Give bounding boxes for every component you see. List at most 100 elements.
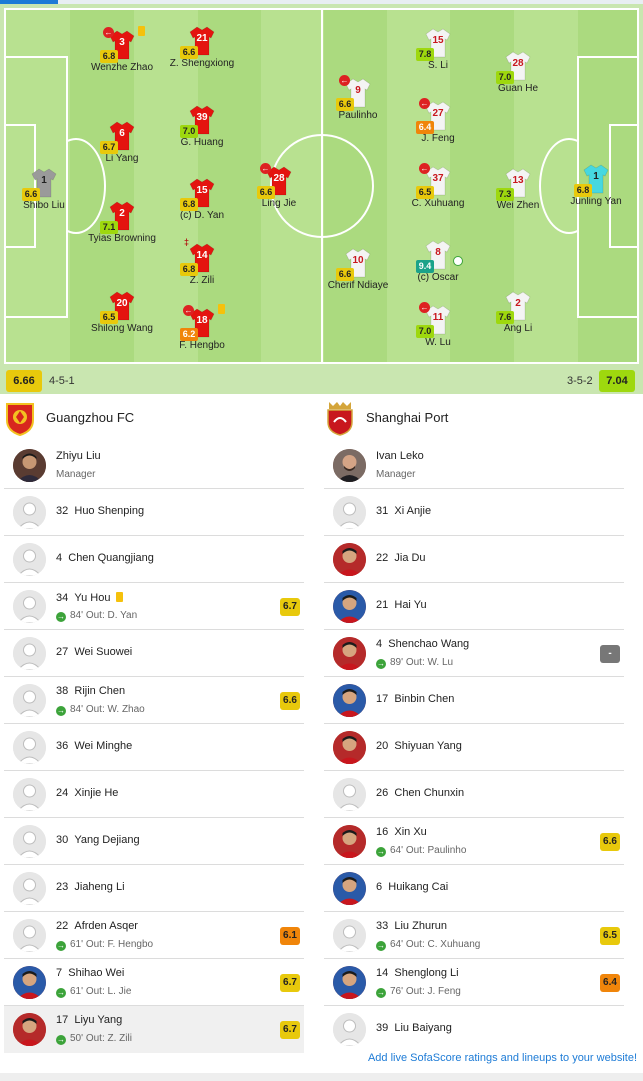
- home-player-2[interactable]: 2 Tyias Browning 7.1: [86, 201, 158, 244]
- player-rating: 7.8: [416, 48, 434, 61]
- lineup-row[interactable]: 4 Shenchao Wang → 89' Out: W. Lu -: [324, 630, 624, 677]
- sub-minute: 84': [70, 704, 84, 715]
- home-player-21[interactable]: 21 Z. Shengxiong 6.6: [166, 26, 238, 69]
- away-team-name: Shanghai Port: [366, 410, 449, 425]
- lineup-row[interactable]: 22 Jia Du: [324, 536, 624, 583]
- sub-minute: 64': [390, 939, 404, 950]
- player-avatar-placeholder: [13, 496, 46, 529]
- lineup-row[interactable]: 4 Chen Quangjiang: [4, 536, 304, 583]
- home-team-header[interactable]: Guangzhou FC: [4, 400, 304, 436]
- player-avatar-placeholder: [333, 496, 366, 529]
- player-number: 2: [119, 208, 125, 219]
- sofascore-widget-link[interactable]: Add live SofaScore ratings and lineups t…: [368, 1052, 637, 1064]
- home-player-28[interactable]: 28 Ling Jie 6.6 ←: [243, 163, 315, 209]
- lineup-row[interactable]: 20 Shiyuan Yang: [324, 724, 624, 771]
- sub-in-arrow-icon: →: [376, 988, 386, 998]
- player-number: 15: [196, 185, 208, 196]
- sub-in-arrow-icon: →: [56, 941, 66, 951]
- away-player-2[interactable]: 2 Ang Li 7.6: [482, 291, 554, 334]
- sub-number: 39: [376, 1022, 389, 1034]
- home-player-39[interactable]: 39 G. Huang 7.0: [166, 105, 238, 148]
- home-player-15[interactable]: 15 (c) D. Yan 6.8: [166, 178, 238, 221]
- home-player-20[interactable]: 20 Shilong Wang 6.5: [86, 291, 158, 334]
- home-player-1[interactable]: 1 Shibo Liu 6.6: [8, 168, 80, 211]
- away-player-1[interactable]: 1 Junling Yan 6.8: [560, 164, 632, 207]
- lineup-row[interactable]: 34 Yu Hou → 84' Out: D. Yan 6.7: [4, 583, 304, 630]
- lineup-row[interactable]: 23 Jiaheng Li: [4, 865, 304, 912]
- home-player-3[interactable]: 3 Wenzhe Zhao 6.8 ←: [86, 26, 158, 73]
- sub-number: 38: [56, 685, 69, 697]
- away-player-11[interactable]: 11 W. Lu 7.0 ←: [402, 302, 474, 348]
- lineup-row[interactable]: 36 Wei Minghe: [4, 724, 304, 771]
- bottom-strip: [0, 1073, 643, 1081]
- lineup-row[interactable]: 26 Chen Chunxin: [324, 771, 624, 818]
- player-number: 6: [119, 128, 125, 139]
- player-avatar-placeholder: [13, 778, 46, 811]
- sub-name: Chen Chunxin: [394, 787, 465, 799]
- lineup-row[interactable]: 17 Binbin Chen: [324, 677, 624, 724]
- home-team-rating: 6.66: [6, 370, 42, 392]
- sub-number: 33: [376, 920, 389, 932]
- lineup-row[interactable]: 32 Huo Shenping: [4, 489, 304, 536]
- away-player-9[interactable]: 9 Paulinho 6.6 ←: [322, 75, 394, 121]
- player-rating: 6.8: [180, 263, 198, 276]
- home-player-18[interactable]: 18 F. Hengbo 6.2 ←: [166, 304, 238, 351]
- sub-number: 20: [376, 740, 389, 752]
- lineup-row[interactable]: 33 Liu Zhurun → 64' Out: C. Xuhuang 6.5: [324, 912, 624, 959]
- away-player-27[interactable]: 27 J. Feng 6.4 ←: [402, 98, 474, 144]
- away-team-header[interactable]: Shanghai Port: [324, 400, 624, 436]
- yellow-card-icon: [218, 304, 225, 314]
- away-player-10[interactable]: 10 Cherif Ndiaye 6.6: [322, 248, 394, 291]
- sub-rating: 6.6: [600, 833, 620, 851]
- lineup-row[interactable]: 17 Liyu Yang → 50' Out: Z. Zili 6.7: [4, 1006, 304, 1053]
- player-rating: 7.6: [496, 311, 514, 324]
- lineup-row[interactable]: 14 Shenglong Li → 76' Out: J. Feng 6.4: [324, 959, 624, 1006]
- player-avatar-placeholder: [13, 919, 46, 952]
- away-player-15[interactable]: 15 S. Li 7.8: [402, 28, 474, 71]
- player-number: 11: [432, 312, 444, 323]
- lineup-row[interactable]: 31 Xi Anjie: [324, 489, 624, 536]
- home-player-14[interactable]: 14 Z. Zili 6.8 ‡: [166, 237, 238, 286]
- lineup-row[interactable]: 38 Rijin Chen → 84' Out: W. Zhao 6.6: [4, 677, 304, 724]
- lineup-row[interactable]: 30 Yang Dejiang: [4, 818, 304, 865]
- player-name: G. Huang: [180, 137, 224, 148]
- player-rating: 6.8: [100, 50, 118, 63]
- away-manager-row[interactable]: Ivan Leko Manager: [324, 442, 624, 489]
- player-name: J. Feng: [421, 133, 455, 144]
- lineup-row[interactable]: 27 Wei Suowei: [4, 630, 304, 677]
- player-avatar: [333, 590, 366, 623]
- player-number: 39: [196, 112, 208, 123]
- sub-name: Shihao Wei: [68, 967, 125, 979]
- player-name: Paulinho: [338, 110, 378, 121]
- player-num-name: 30 Yang Dejiang: [56, 834, 140, 846]
- sub-in-arrow-icon: →: [56, 612, 66, 622]
- player-avatar-placeholder: [13, 590, 46, 623]
- player-avatar: [13, 1013, 46, 1046]
- sub-number: 4: [376, 638, 383, 650]
- lineup-row[interactable]: 22 Afrden Asqer → 61' Out: F. Hengbo 6.1: [4, 912, 304, 959]
- sub-rating: 6.1: [280, 927, 300, 945]
- sub-number: 36: [56, 740, 69, 752]
- player-num-name: 4 Shenchao Wang: [376, 638, 469, 650]
- lineup-row[interactable]: 7 Shihao Wei → 61' Out: L. Jie 6.7: [4, 959, 304, 1006]
- away-player-28[interactable]: 28 Guan He 7.0: [482, 51, 554, 94]
- sub-in-arrow-icon: →: [56, 988, 66, 998]
- player-number: 1: [41, 175, 47, 186]
- lineup-row[interactable]: 24 Xinjie He: [4, 771, 304, 818]
- home-player-6[interactable]: 6 Li Yang 6.7: [86, 121, 158, 164]
- sub-in-arrow-icon: →: [376, 941, 386, 951]
- player-avatar-placeholder: [13, 872, 46, 905]
- lineup-row[interactable]: 39 Liu Baiyang: [324, 1006, 624, 1053]
- away-player-8[interactable]: 8 (c) Oscar 9.4: [402, 240, 474, 283]
- player-number: 1: [593, 171, 599, 182]
- away-player-37[interactable]: 37 C. Xuhuang 6.5 ←: [402, 163, 474, 209]
- player-rating: 6.4: [416, 121, 434, 134]
- sub-name: Xinjie He: [74, 787, 119, 799]
- away-player-13[interactable]: 13 Wei Zhen 7.3: [482, 168, 554, 211]
- lineup-row[interactable]: 6 Huikang Cai: [324, 865, 624, 912]
- lineup-row[interactable]: 21 Hai Yu: [324, 583, 624, 630]
- lineup-row[interactable]: 16 Xin Xu → 64' Out: Paulinho 6.6: [324, 818, 624, 865]
- home-manager-row[interactable]: Zhiyu Liu Manager: [4, 442, 304, 489]
- assist-ball-icon: [453, 256, 463, 266]
- sub-name: Liu Baiyang: [394, 1022, 452, 1034]
